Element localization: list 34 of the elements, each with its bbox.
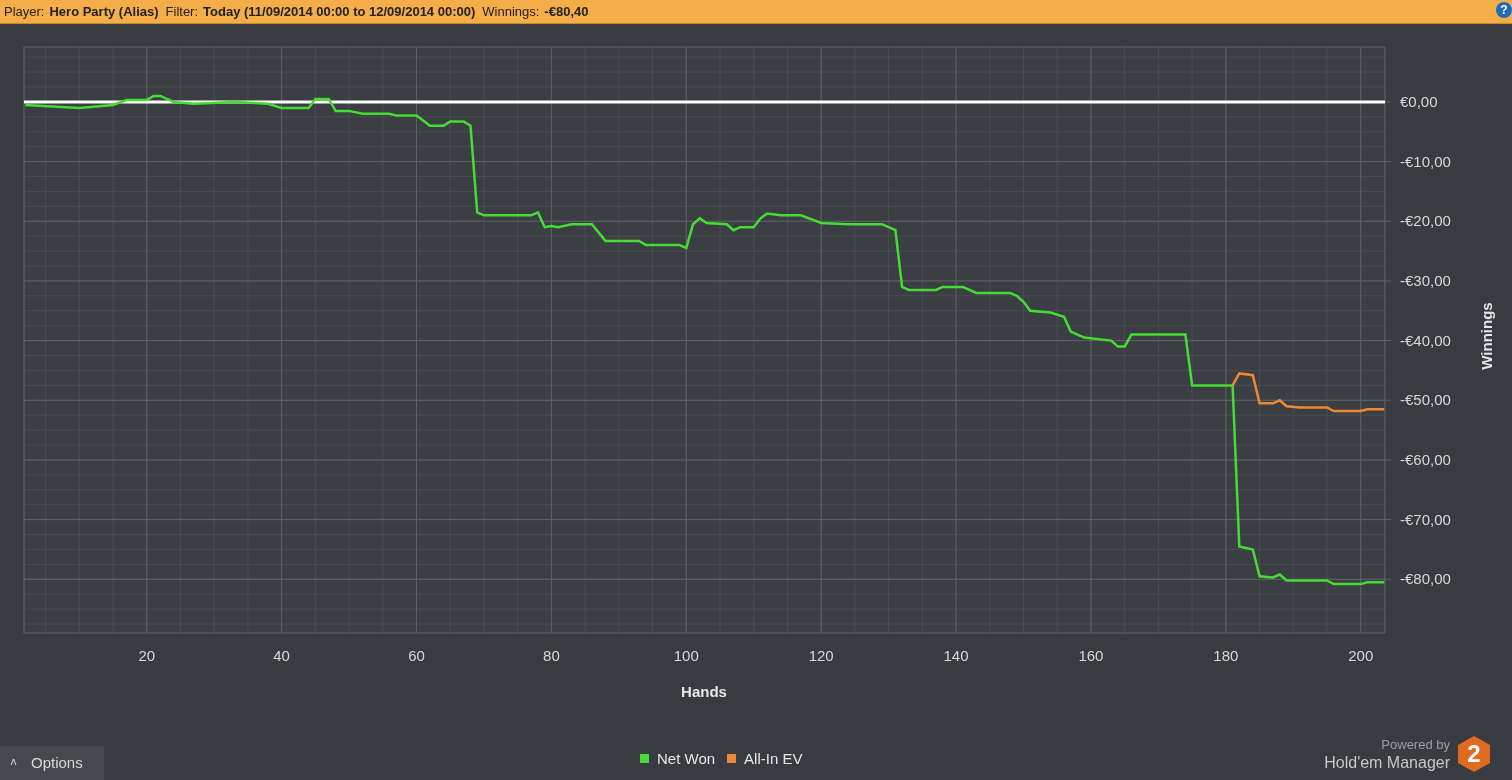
x-tick-label: 60 <box>408 647 425 664</box>
help-icon[interactable]: ? <box>1496 2 1512 18</box>
logo-badge: 2 <box>1458 736 1490 772</box>
x-tick-label: 120 <box>808 647 834 664</box>
winnings-label: Winnings: <box>482 2 540 21</box>
x-tick-label: 160 <box>1078 647 1104 664</box>
x-tick-label: 200 <box>1348 647 1374 664</box>
product-name: Hold'em Manager <box>1324 754 1450 772</box>
x-tick-label: 100 <box>673 647 699 664</box>
y-tick-label: -€30,00 <box>1400 271 1451 289</box>
y-tick-label: -€20,00 <box>1400 212 1451 230</box>
y-tick-label: -€60,00 <box>1400 450 1451 468</box>
y-tick-label: -€10,00 <box>1400 152 1451 170</box>
x-tick-label: 20 <box>138 647 156 664</box>
powered-by-text: Powered by <box>1381 736 1450 754</box>
x-axis-title: Hands <box>681 683 727 700</box>
winnings-value: -€80,40 <box>544 2 589 21</box>
filter-label: Filter: <box>165 2 199 21</box>
y-tick-label: €0,00 <box>1400 92 1438 110</box>
player-label: Player: <box>4 2 45 21</box>
legend-label: Net Won <box>657 748 716 769</box>
x-tick-label: 180 <box>1213 647 1239 664</box>
y-tick-label: -€50,00 <box>1400 391 1451 409</box>
legend-label: All-In EV <box>744 748 803 769</box>
y-tick-label: -€70,00 <box>1400 510 1451 528</box>
y-tick-label: -€40,00 <box>1400 331 1451 349</box>
x-tick-label: 40 <box>273 647 290 664</box>
y-axis-title: Winnings <box>1478 302 1495 370</box>
options-button[interactable]: ˄ Options <box>0 746 104 780</box>
player-name: Hero Party (Alias) <box>49 2 159 21</box>
filter-value: Today (11/09/2014 00:00 to 12/09/2014 00:00) <box>203 2 476 21</box>
x-tick-label: 80 <box>543 647 560 664</box>
x-tick-label: 140 <box>943 647 969 664</box>
y-tick-label: -€80,00 <box>1400 570 1451 588</box>
